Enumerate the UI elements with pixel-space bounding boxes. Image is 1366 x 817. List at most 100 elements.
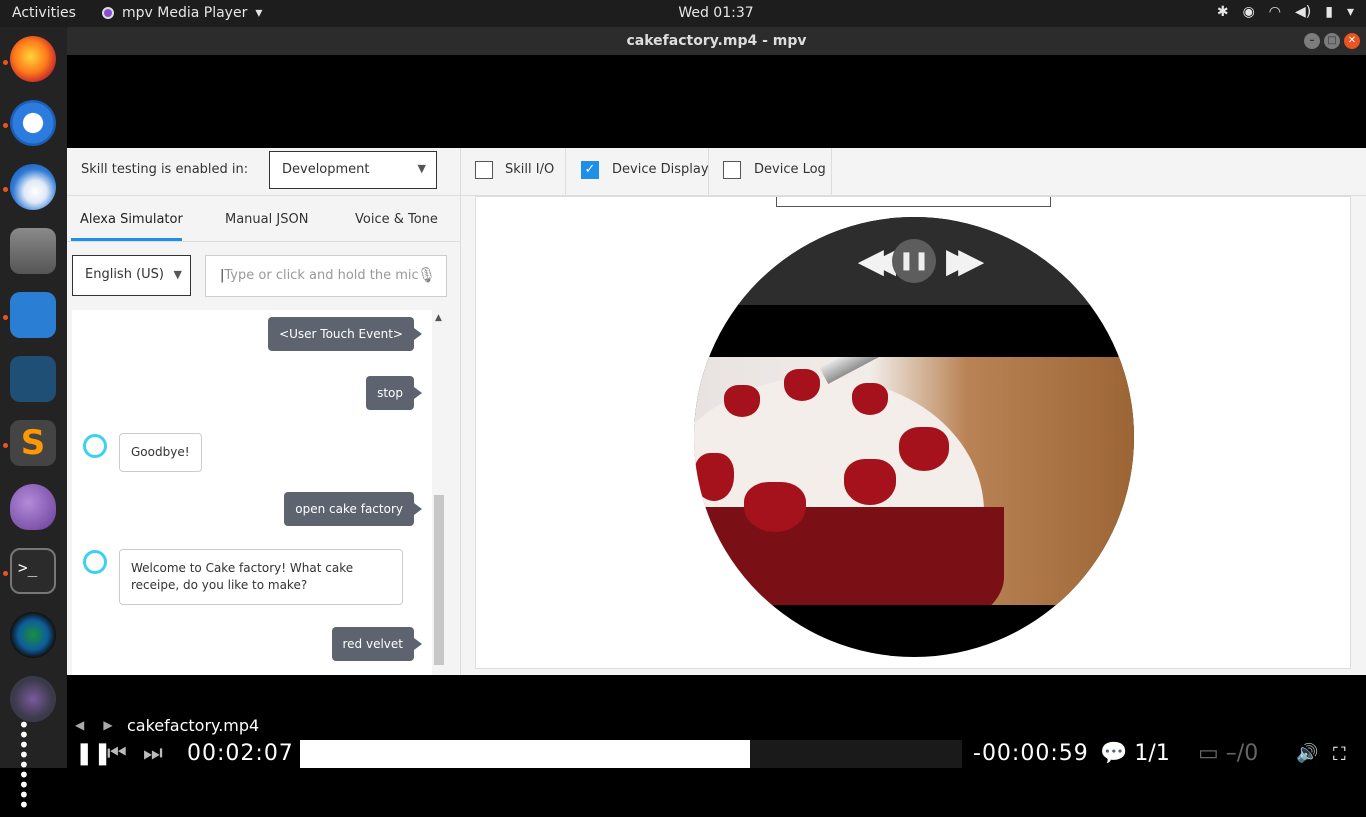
fast-forward-icon[interactable]: ▶▶ xyxy=(946,241,984,281)
firefox-icon[interactable] xyxy=(10,36,56,82)
divider xyxy=(565,148,566,196)
rewind-icon[interactable]: ◀◀ xyxy=(858,241,896,281)
skip-forward-button[interactable]: ⏭ xyxy=(143,741,163,766)
fullscreen-icon[interactable]: ⛶ xyxy=(1333,744,1346,765)
system-menu-icon[interactable]: ▾ xyxy=(1347,4,1354,20)
device-display[interactable]: ◀◀ ❚❚ ▶▶ xyxy=(475,196,1351,669)
running-indicator xyxy=(3,571,8,576)
tab-manual-json[interactable]: Manual JSON xyxy=(225,212,308,227)
display-frame xyxy=(776,197,1051,207)
utterance-input[interactable]: |Type or click and hold the mic 🎙 xyxy=(205,255,447,297)
vscode-icon[interactable] xyxy=(10,292,56,338)
running-indicator xyxy=(3,123,8,128)
alexa-message: Welcome to Cake factory! What cake recei… xyxy=(119,549,403,605)
alexa-ring-icon xyxy=(83,434,107,458)
active-tab-indicator xyxy=(71,238,182,241)
stage-select[interactable]: Development ▼ xyxy=(269,151,437,189)
tab-voice-tone[interactable]: Voice & Tone xyxy=(355,212,438,227)
seek-progress xyxy=(300,740,751,768)
terminal-icon[interactable]: >_ xyxy=(10,548,56,594)
thunderbird-icon[interactable] xyxy=(10,164,56,210)
mysql-workbench-icon[interactable] xyxy=(10,356,56,402)
user-message: open cake factory xyxy=(284,492,422,526)
dock: S >_ • • • • • • • • • xyxy=(0,27,67,815)
chevron-down-icon: ▼ xyxy=(417,162,426,175)
heart-decoration xyxy=(844,459,896,505)
tab-alexa-simulator[interactable]: Alexa Simulator xyxy=(80,212,183,227)
seek-bar[interactable] xyxy=(300,740,962,768)
skip-back-button[interactable]: ⏮ xyxy=(107,741,127,766)
close-button[interactable]: ✕ xyxy=(1344,33,1360,49)
chat-log[interactable]: <User Touch Event> stop Goodbye! open ca… xyxy=(72,310,432,675)
user-message: stop xyxy=(366,376,422,410)
skill-io-checkbox[interactable] xyxy=(475,161,493,179)
heart-decoration xyxy=(899,427,949,471)
audio-track[interactable]: ▭ –/0 xyxy=(1198,741,1258,766)
chromium-icon[interactable] xyxy=(10,100,56,146)
video-area[interactable]: Skill testing is enabled in: Development… xyxy=(67,55,1366,675)
skill-io-label: Skill I/O xyxy=(505,162,555,177)
tab-rule xyxy=(67,241,460,242)
wifi-icon[interactable]: ◠ xyxy=(1269,4,1281,20)
language-select[interactable]: English (US) ▼ xyxy=(72,255,191,296)
pidgin-icon[interactable] xyxy=(10,484,56,530)
utterance-placeholder: Type or click and hold the mic xyxy=(224,268,419,283)
playlist-prev-icon[interactable]: ◀ xyxy=(75,718,84,732)
device-log-checkbox[interactable] xyxy=(723,161,741,179)
subtitle-track[interactable]: 💬 1/1 xyxy=(1100,741,1170,766)
mic-icon[interactable]: 🎙 xyxy=(417,266,436,284)
running-indicator xyxy=(3,60,8,65)
volume-icon[interactable]: 🔊 xyxy=(1296,743,1318,764)
audio-track-icon: ▭ xyxy=(1198,741,1219,766)
alexa-ring-icon xyxy=(83,550,107,574)
elapsed-time[interactable]: 00:02:07 xyxy=(187,741,294,766)
playlist-nav[interactable]: ◀ ▶ xyxy=(75,718,113,732)
device-display-checkbox[interactable]: ✓ xyxy=(581,161,599,179)
stage-value: Development xyxy=(282,162,370,177)
sublime-text-icon[interactable]: S xyxy=(10,420,56,466)
chevron-down-icon: ▼ xyxy=(173,268,182,281)
heart-decoration xyxy=(852,383,888,415)
skill-testing-label: Skill testing is enabled in: xyxy=(81,162,249,177)
battery-icon[interactable]: ▮ xyxy=(1325,4,1333,20)
window-titlebar[interactable]: cakefactory.mp4 - mpv – □ ✕ xyxy=(67,27,1366,55)
color-icon[interactable]: ◉ xyxy=(1243,4,1255,20)
simulator-panel: Alexa Simulator Manual JSON Voice & Tone… xyxy=(67,196,460,675)
camera-icon[interactable] xyxy=(10,612,56,658)
minimize-button[interactable]: – xyxy=(1304,33,1320,49)
running-indicator xyxy=(3,315,8,320)
knife xyxy=(819,357,1111,384)
divider xyxy=(460,148,461,196)
remaining-time[interactable]: -00:00:59 xyxy=(973,741,1089,766)
audio-value: –/0 xyxy=(1225,741,1259,766)
clock[interactable]: Wed 01:37 xyxy=(0,5,1366,21)
scroll-up-icon[interactable]: ▲ xyxy=(435,313,442,323)
divider xyxy=(708,148,709,196)
alexa-message: Goodbye! xyxy=(119,433,202,472)
show-applications-icon[interactable]: • • • • • • • • • xyxy=(18,715,50,815)
device-log-label: Device Log xyxy=(754,162,826,177)
user-message: <User Touch Event> xyxy=(268,317,422,351)
scroll-thumb[interactable] xyxy=(434,495,444,665)
echo-spot-screen[interactable]: ◀◀ ❚❚ ▶▶ xyxy=(694,217,1134,657)
divider xyxy=(831,148,832,196)
language-value: English (US) xyxy=(85,267,164,282)
heart-decoration xyxy=(724,385,760,417)
window-title: cakefactory.mp4 - mpv xyxy=(626,33,807,49)
pause-button[interactable]: ❚❚ xyxy=(892,239,936,283)
files-icon[interactable] xyxy=(10,228,56,274)
accessibility-icon[interactable]: ✱ xyxy=(1217,4,1229,20)
maximize-button[interactable]: □ xyxy=(1324,33,1340,49)
system-tray[interactable]: ✱ ◉ ◠ ◀) ▮ ▾ xyxy=(1217,4,1354,20)
user-message: red velvet xyxy=(331,627,422,661)
cake-video-frame xyxy=(694,357,1134,605)
gnome-top-bar: Activities mpv Media Player ▾ Wed 01:37 … xyxy=(0,0,1366,27)
chat-scrollbar[interactable]: ▲ xyxy=(432,310,446,675)
mpv-controller: ◀ ▶ cakefactory.mp4 ❚❚ ⏮ ⏭ 00:02:07 -00:… xyxy=(67,675,1366,768)
running-indicator xyxy=(3,187,8,192)
disk-icon[interactable] xyxy=(10,676,56,722)
heart-decoration xyxy=(694,453,734,501)
playlist-next-icon[interactable]: ▶ xyxy=(103,718,112,732)
heart-decoration xyxy=(744,482,806,532)
volume-icon[interactable]: ◀) xyxy=(1295,4,1311,20)
